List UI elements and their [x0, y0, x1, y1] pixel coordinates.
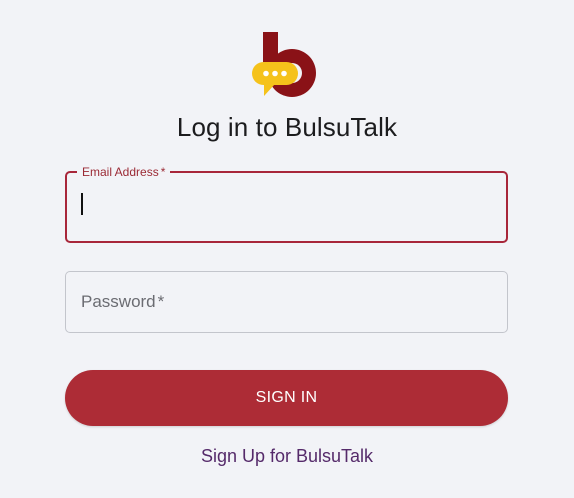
sign-up-link[interactable]: Sign Up for BulsuTalk: [0, 446, 574, 467]
password-field[interactable]: Password *: [65, 271, 508, 333]
page-title: Log in to BulsuTalk: [176, 112, 398, 142]
email-field[interactable]: Email Address *: [65, 164, 508, 243]
email-label-text: Email Address: [82, 165, 159, 179]
sign-in-button[interactable]: SIGN IN: [65, 370, 508, 426]
bulsutalk-logo-icon: [252, 32, 316, 97]
password-label-text: Password: [81, 292, 156, 311]
password-required-mark: *: [157, 292, 165, 311]
login-page: Log in to BulsuTalk Email Address * Passw…: [0, 0, 574, 498]
email-label: Email Address *: [77, 164, 171, 180]
email-required-mark: *: [160, 165, 166, 179]
text-cursor: [81, 193, 83, 215]
password-placeholder: Password *: [81, 292, 164, 312]
